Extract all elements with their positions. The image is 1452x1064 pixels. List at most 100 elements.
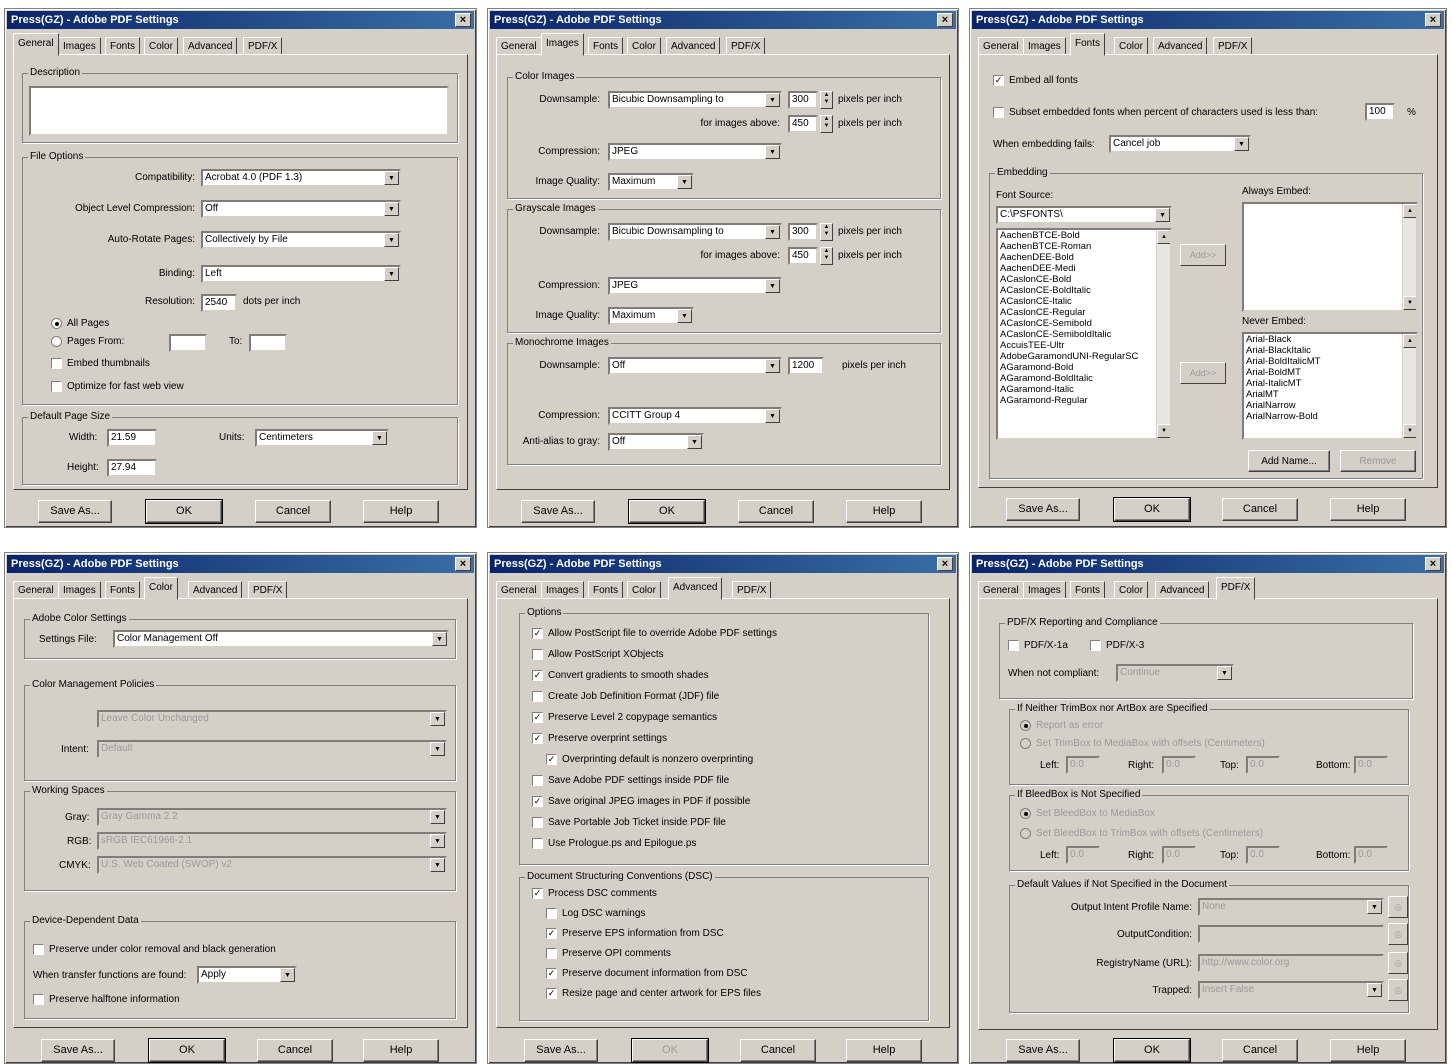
output-condition-info-icon[interactable]: ◎ xyxy=(1388,923,1408,945)
trim-right-field[interactable]: 0.0 xyxy=(1162,756,1196,774)
tab-fonts[interactable]: Fonts xyxy=(1070,33,1106,56)
option-checkbox[interactable] xyxy=(532,817,543,828)
list-item[interactable]: Arial-BoldItalicMT xyxy=(1244,356,1416,367)
tab-advanced[interactable]: Advanced xyxy=(1153,37,1208,55)
list-item[interactable]: Arial-Black xyxy=(1244,334,1416,345)
above-ppi-field[interactable]: 450 xyxy=(788,247,818,265)
pages-to-field[interactable] xyxy=(249,334,287,352)
scroll-up-icon[interactable]: ▲ xyxy=(1157,230,1170,244)
cancel-button[interactable]: Cancel xyxy=(1222,498,1298,521)
tab-fonts[interactable]: Fonts xyxy=(1070,581,1106,599)
compression-select[interactable]: JPEG ▼ xyxy=(608,143,782,161)
tab-fonts[interactable]: Fonts xyxy=(588,37,624,55)
compression-select[interactable]: CCITT Group 4 ▼ xyxy=(608,407,782,425)
object-compression-select[interactable]: Off ▼ xyxy=(201,200,401,218)
height-field[interactable]: 27.94 xyxy=(107,459,157,477)
ok-button[interactable]: OK xyxy=(148,1038,226,1063)
bleed-top-field[interactable]: 0.0 xyxy=(1246,846,1280,864)
optimize-web-checkbox[interactable] xyxy=(51,381,62,392)
save-as-button[interactable]: Save As... xyxy=(1006,1039,1080,1062)
option-checkbox[interactable]: ✓ xyxy=(532,796,543,807)
scroll-up-icon[interactable]: ▲ xyxy=(1403,204,1416,218)
bleed-media-radio[interactable] xyxy=(1020,808,1031,819)
list-item[interactable]: ACaslonCE-SemiboldItalic xyxy=(998,329,1170,340)
preserve-ucr-checkbox[interactable] xyxy=(33,944,44,955)
binding-select[interactable]: Left ▼ xyxy=(201,265,401,283)
close-icon[interactable]: × xyxy=(455,557,471,571)
tab-pdfx[interactable]: PDF/X xyxy=(1216,577,1256,600)
tab-general[interactable]: General xyxy=(13,33,59,56)
bleed-trim-radio[interactable] xyxy=(1020,828,1031,839)
output-intent-info-icon[interactable]: ◎ xyxy=(1388,896,1408,918)
list-item[interactable]: ACaslonCE-Italic xyxy=(998,296,1170,307)
resolution-field[interactable]: 2540 xyxy=(201,294,237,312)
option-checkbox[interactable]: ✓ xyxy=(546,988,557,999)
tab-general[interactable]: General xyxy=(978,37,1024,55)
ok-button[interactable]: OK xyxy=(628,499,706,524)
above-ppi-field[interactable]: 450 xyxy=(788,115,818,133)
option-checkbox[interactable]: ✓ xyxy=(532,712,543,723)
close-icon[interactable]: × xyxy=(1425,557,1441,571)
list-item[interactable]: AdobeGaramondUNI-RegularSC xyxy=(998,351,1170,362)
save-as-button[interactable]: Save As... xyxy=(1006,498,1080,521)
gray-select[interactable]: Gray Gamma 2.2 ▼ xyxy=(97,808,447,826)
not-compliant-select[interactable]: Continue ▼ xyxy=(1116,664,1234,682)
option-checkbox[interactable] xyxy=(532,838,543,849)
option-checkbox[interactable]: ✓ xyxy=(532,670,543,681)
tab-images[interactable]: Images xyxy=(1023,37,1066,55)
close-icon[interactable]: × xyxy=(937,557,953,571)
spinner-arrows-icon[interactable]: ▲ ▼ xyxy=(820,247,833,265)
antialias-select[interactable]: Off ▼ xyxy=(608,433,704,451)
transfer-select[interactable]: Apply ▼ xyxy=(197,966,297,984)
downsample-ppi-field[interactable]: 300 xyxy=(788,91,818,109)
tab-images[interactable]: Images xyxy=(58,37,101,55)
option-checkbox[interactable]: ✓ xyxy=(546,968,557,979)
font-source-select[interactable]: C:\PSFONTS\ ▼ xyxy=(996,206,1172,224)
tab-images[interactable]: Images xyxy=(1023,581,1066,599)
downsample-select[interactable]: Bicubic Downsampling to ▼ xyxy=(608,91,782,109)
cancel-button[interactable]: Cancel xyxy=(255,500,331,523)
option-checkbox[interactable]: ✓ xyxy=(532,733,543,744)
list-item[interactable]: AGaramond-Regular xyxy=(998,395,1170,406)
scrollbar[interactable]: ▲ ▼ xyxy=(1402,204,1416,310)
close-icon[interactable]: × xyxy=(455,13,471,27)
save-as-button[interactable]: Save As... xyxy=(41,1039,115,1062)
trapped-select[interactable]: Insert False ▼ xyxy=(1198,981,1384,999)
bleed-left-field[interactable]: 0.0 xyxy=(1066,846,1100,864)
help-button[interactable]: Help xyxy=(363,1039,439,1062)
list-item[interactable]: AachenBTCE-Roman xyxy=(998,241,1170,252)
tab-pdfx[interactable]: PDF/X xyxy=(732,581,772,599)
rgb-select[interactable]: sRGB IEC61966-2.1 ▼ xyxy=(97,832,447,850)
tab-general[interactable]: General xyxy=(13,581,59,599)
scroll-down-icon[interactable]: ▼ xyxy=(1403,424,1416,438)
report-error-radio[interactable] xyxy=(1020,720,1031,731)
ok-button[interactable]: OK xyxy=(1113,497,1191,522)
scroll-down-icon[interactable]: ▼ xyxy=(1403,296,1416,310)
cmyk-select[interactable]: U.S. Web Coated (SWOP) v2 ▼ xyxy=(97,856,447,874)
tab-pdfx[interactable]: PDF/X xyxy=(1213,37,1253,55)
subset-percent-field[interactable]: 100 xyxy=(1365,103,1395,121)
downsample-ppi-field[interactable]: 1200 xyxy=(788,357,824,375)
tab-advanced[interactable]: Advanced xyxy=(1155,581,1210,599)
compression-select[interactable]: JPEG ▼ xyxy=(608,277,782,295)
pages-from-field[interactable] xyxy=(169,334,207,352)
quality-select[interactable]: Maximum ▼ xyxy=(608,173,694,191)
save-as-button[interactable]: Save As... xyxy=(521,500,595,523)
option-checkbox[interactable]: ✓ xyxy=(546,754,557,765)
list-item[interactable]: Arial-BlackItalic xyxy=(1244,345,1416,356)
intent-select[interactable]: Default ▼ xyxy=(97,740,447,758)
list-item[interactable]: AachenBTCE-Bold xyxy=(998,230,1170,241)
tab-color[interactable]: Color xyxy=(627,37,661,55)
help-button[interactable]: Help xyxy=(1330,1039,1406,1062)
pages-from-radio[interactable] xyxy=(51,336,62,347)
all-pages-radio[interactable] xyxy=(51,318,62,329)
embed-thumbnails-checkbox[interactable] xyxy=(51,358,62,369)
font-source-list[interactable]: AachenBTCE-Bold AachenBTCE-Roman AachenDEE… xyxy=(996,228,1172,440)
option-checkbox[interactable] xyxy=(532,775,543,786)
cancel-button[interactable]: Cancel xyxy=(1222,1039,1298,1062)
scrollbar[interactable]: ▲ ▼ xyxy=(1402,334,1416,438)
help-button[interactable]: Help xyxy=(363,500,439,523)
embed-all-checkbox[interactable]: ✓ xyxy=(993,75,1004,86)
scroll-up-icon[interactable]: ▲ xyxy=(1403,334,1416,348)
list-item[interactable]: ArialMT xyxy=(1244,389,1416,400)
